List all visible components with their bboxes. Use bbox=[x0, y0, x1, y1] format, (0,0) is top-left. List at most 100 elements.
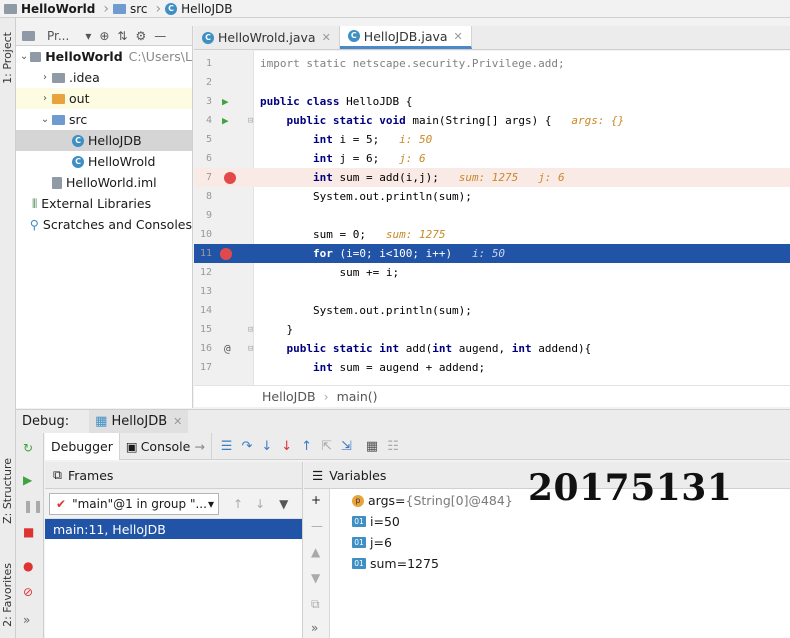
code-line[interactable]: 13 bbox=[194, 282, 790, 301]
close-icon[interactable]: ✕ bbox=[173, 415, 182, 428]
hide-icon[interactable]: — bbox=[154, 29, 166, 43]
thread-selector[interactable]: ✔ "main"@1 in group "... ▾ bbox=[49, 492, 219, 515]
variable-row[interactable]: 01 j = 6 bbox=[352, 532, 392, 553]
variable-value: {String[0]@484} bbox=[405, 493, 513, 508]
chevron-right-icon: › bbox=[103, 0, 109, 17]
override-icon[interactable]: @ bbox=[224, 342, 231, 355]
inline-value-hint: j: 6 bbox=[379, 152, 426, 165]
chevron-right-icon[interactable]: › bbox=[38, 93, 52, 104]
tree-item[interactable]: C HelloWrold bbox=[16, 151, 192, 172]
favorites-tool-tab[interactable]: 2: Favorites bbox=[1, 563, 14, 627]
code-line[interactable]: 12 sum += i; bbox=[194, 263, 790, 282]
tree-item[interactable]: › out bbox=[16, 88, 192, 109]
breadcrumb-class[interactable]: HelloJDB bbox=[262, 389, 316, 404]
step-out-icon[interactable]: ↑ bbox=[301, 439, 312, 454]
more-icon[interactable]: » bbox=[23, 613, 30, 627]
tree-item[interactable]: ⚲ Scratches and Consoles bbox=[16, 214, 192, 235]
code-editor[interactable]: 1 import static netscape.security.Privile… bbox=[194, 51, 790, 385]
trace-icon[interactable]: ☷ bbox=[387, 439, 399, 454]
tab-console[interactable]: ▣ Console → bbox=[120, 432, 212, 460]
mute-breakpoints-icon[interactable]: ⊘ bbox=[23, 585, 33, 599]
tree-item[interactable]: C HelloJDB bbox=[16, 130, 192, 151]
rerun-icon[interactable]: ↻ bbox=[23, 441, 33, 455]
move-up-icon[interactable]: ▲ bbox=[311, 545, 320, 559]
down-icon[interactable]: ↓ bbox=[255, 497, 265, 511]
move-down-icon[interactable]: ▼ bbox=[311, 571, 320, 585]
editor-tab[interactable]: C HelloJDB.java ✕ bbox=[339, 26, 472, 49]
filter-icon[interactable]: ▼ bbox=[279, 497, 288, 511]
code-line[interactable]: 1 import static netscape.security.Privile… bbox=[194, 54, 790, 73]
fold-icon[interactable]: ⊟ bbox=[248, 344, 253, 354]
tree-item[interactable]: ⌄ HelloWorld C:\Users\L bbox=[16, 46, 192, 67]
fold-icon[interactable]: ⊟ bbox=[248, 116, 253, 126]
tree-item[interactable]: ⌄ src bbox=[16, 109, 192, 130]
view-breakpoints-icon[interactable]: ● bbox=[23, 559, 33, 573]
step-into-icon[interactable]: ↓ bbox=[261, 439, 272, 454]
pause-icon[interactable]: ❚❚ bbox=[23, 499, 43, 513]
locate-icon[interactable]: ⊕ bbox=[99, 29, 109, 43]
fold-icon[interactable]: ⊟ bbox=[248, 325, 253, 335]
code-line[interactable]: 3 public class HelloJDB {▶ bbox=[194, 92, 790, 111]
project-tool-tab[interactable]: 1: Project bbox=[1, 32, 14, 84]
code-line[interactable]: 6 int j = 6; j: 6 bbox=[194, 149, 790, 168]
tree-item[interactable]: › .idea bbox=[16, 67, 192, 88]
editor-tab[interactable]: C HelloWrold.java ✕ bbox=[194, 26, 340, 49]
tree-item[interactable]: HelloWorld.iml bbox=[16, 172, 192, 193]
resume-icon[interactable]: ▶ bbox=[23, 473, 32, 487]
code-line[interactable]: 16 public static int add(int augend, int… bbox=[194, 339, 790, 358]
code-line[interactable]: 5 int i = 5; i: 50 bbox=[194, 130, 790, 149]
up-icon[interactable]: ↑ bbox=[233, 497, 243, 511]
variable-row[interactable]: 01 i = 50 bbox=[352, 511, 400, 532]
tree-item[interactable]: ⫴ External Libraries bbox=[16, 193, 192, 214]
chevron-right-icon[interactable]: › bbox=[38, 72, 52, 83]
run-to-cursor-icon[interactable]: ⇲ bbox=[341, 439, 352, 454]
code-line[interactable]: 9 bbox=[194, 206, 790, 225]
code-line[interactable]: 8 System.out.println(sum); bbox=[194, 187, 790, 206]
debug-session-tab[interactable]: ▦ HelloJDB ✕ bbox=[89, 409, 189, 434]
copy-icon[interactable]: ⧉ bbox=[311, 597, 320, 612]
dropdown-arrow-icon[interactable]: ▾ bbox=[85, 29, 91, 43]
breakpoint-icon[interactable] bbox=[224, 171, 236, 184]
structure-tool-tab[interactable]: Z: Structure bbox=[1, 458, 14, 524]
code-line[interactable]: 14 System.out.println(sum); bbox=[194, 301, 790, 320]
inline-value-hint: sum: 1275 j: 6 bbox=[438, 171, 565, 184]
breadcrumb-file[interactable]: C HelloJDB bbox=[165, 2, 233, 16]
code-line[interactable]: 2 bbox=[194, 73, 790, 92]
close-icon[interactable]: ✕ bbox=[322, 31, 331, 44]
more-icon[interactable]: » bbox=[311, 621, 318, 635]
code-line[interactable]: 15 } ⊟ bbox=[194, 320, 790, 339]
add-watch-icon[interactable]: + bbox=[311, 493, 321, 507]
chevron-down-icon[interactable]: ⌄ bbox=[18, 51, 30, 62]
remove-watch-icon[interactable]: — bbox=[311, 519, 323, 533]
drop-frame-icon[interactable]: ⇱ bbox=[321, 439, 332, 454]
code-line[interactable]: 10 sum = 0; sum: 1275 bbox=[194, 225, 790, 244]
tab-debugger[interactable]: Debugger bbox=[45, 432, 120, 460]
run-icon[interactable]: ▶ bbox=[222, 95, 229, 108]
frame-item[interactable]: main:11, HelloJDB bbox=[45, 519, 302, 539]
code-text: public static int add(int augend, int ad… bbox=[286, 342, 592, 355]
code-line[interactable]: 4 public static void main(String[] args)… bbox=[194, 111, 790, 130]
code-text: System.out.println(sum); bbox=[260, 190, 472, 203]
stop-icon[interactable]: ■ bbox=[23, 525, 34, 539]
force-step-into-icon[interactable]: ↓ bbox=[281, 439, 292, 454]
chevron-down-icon[interactable]: ⌄ bbox=[38, 114, 52, 125]
gear-icon[interactable]: ⚙ bbox=[135, 29, 146, 43]
breadcrumb-src[interactable]: src bbox=[112, 2, 147, 16]
project-view-selector[interactable]: Pr... bbox=[47, 29, 69, 43]
code-line[interactable]: 11 for (i=0; i<100; i++) i: 50 bbox=[194, 244, 790, 263]
code-line[interactable]: 17 int sum = augend + addend; bbox=[194, 358, 790, 377]
menu-icon[interactable]: ☰ bbox=[221, 439, 233, 454]
evaluate-icon[interactable]: ▦ bbox=[366, 439, 378, 454]
breadcrumb-method[interactable]: main() bbox=[337, 389, 378, 404]
variable-row[interactable]: p args = {String[0]@484} bbox=[352, 490, 513, 511]
close-icon[interactable]: ✕ bbox=[454, 30, 463, 43]
breadcrumb-project[interactable]: HelloWorld bbox=[4, 2, 95, 16]
variable-row[interactable]: 01 sum = 1275 bbox=[352, 553, 439, 574]
frames-panel: ⧉ Frames ✔ "main"@1 in group "... ▾ ↑ ↓ … bbox=[45, 462, 303, 638]
class-icon: C bbox=[165, 2, 178, 15]
step-over-icon[interactable]: ↷ bbox=[241, 439, 252, 454]
collapse-icon[interactable]: ⇅ bbox=[117, 29, 127, 43]
code-line[interactable]: 7 int sum = add(i,j); sum: 1275 j: 6 bbox=[194, 168, 790, 187]
breakpoint-icon[interactable] bbox=[220, 247, 232, 260]
run-icon[interactable]: ▶ bbox=[222, 114, 229, 127]
